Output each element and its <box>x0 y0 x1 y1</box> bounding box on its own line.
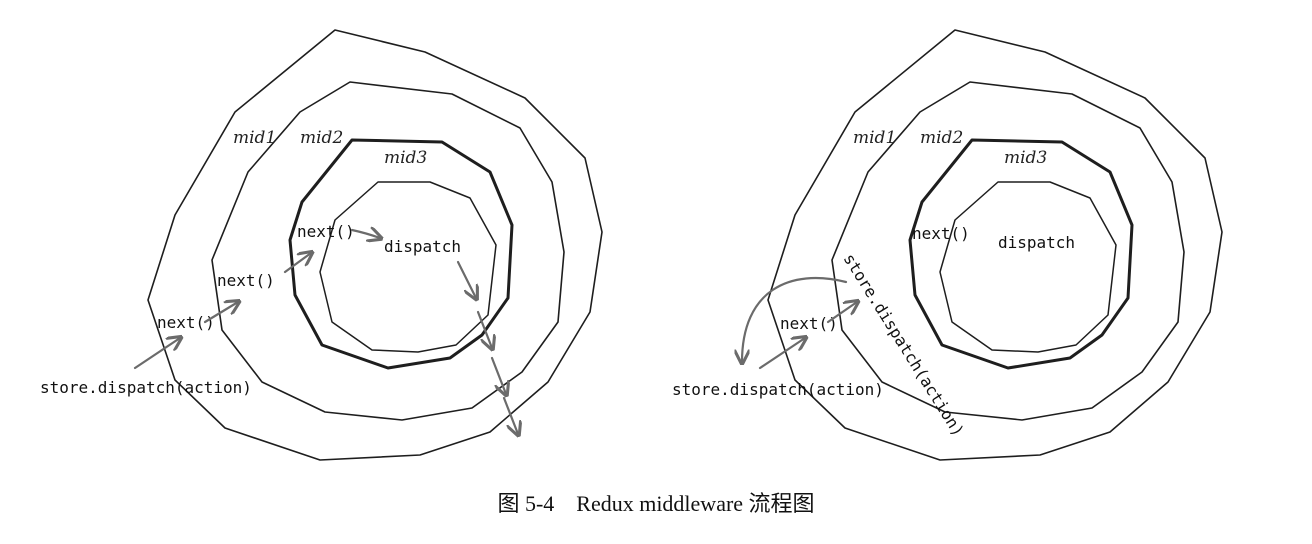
ring-core-outline <box>319 181 497 353</box>
ring-label-mid1: mid1 <box>233 128 276 148</box>
figure-caption: 图 5-4 Redux middleware 流程图 <box>497 491 815 516</box>
ring-core-outline <box>939 181 1117 353</box>
arrow-entry-to-mid1 <box>133 338 180 370</box>
ring-label-mid2: mid2 <box>920 128 963 148</box>
arrow-return-1 <box>456 260 476 298</box>
ring-label-mid1: mid1 <box>853 128 896 148</box>
diagram-right: mid1 mid2 mid3 dispatch next() next() st… <box>672 29 1223 461</box>
ring-label-mid2: mid2 <box>300 128 343 148</box>
core-label-dispatch: dispatch <box>384 237 461 256</box>
ring-mid3-outline <box>908 138 1134 370</box>
entry-label-store-dispatch: store.dispatch(action) <box>672 380 884 399</box>
core-label-dispatch: dispatch <box>998 233 1075 252</box>
ring-label-mid3: mid3 <box>384 148 427 168</box>
next-label-mid2: next() <box>912 224 970 243</box>
next-label-mid3: next() <box>297 222 355 241</box>
redispatch-label: store.dispatch(action) <box>840 250 968 440</box>
arrow-mid1-to-mid2 <box>203 302 238 324</box>
next-label-mid2: next() <box>217 271 275 290</box>
next-label-mid1: next() <box>780 314 838 333</box>
arrow-return-4 <box>502 396 518 434</box>
arrow-mid2-to-mid3 <box>283 253 311 274</box>
middleware-diagrams: mid1 mid2 mid3 dispatch next() next() ne… <box>40 29 1223 461</box>
ring-label-mid3: mid3 <box>1004 148 1047 168</box>
arrow-mid3-to-dispatch <box>350 230 380 238</box>
entry-label-store-dispatch: store.dispatch(action) <box>40 378 252 397</box>
diagram-left: mid1 mid2 mid3 dispatch next() next() ne… <box>40 29 603 461</box>
arrow-mid1-to-mid2 <box>826 302 857 324</box>
